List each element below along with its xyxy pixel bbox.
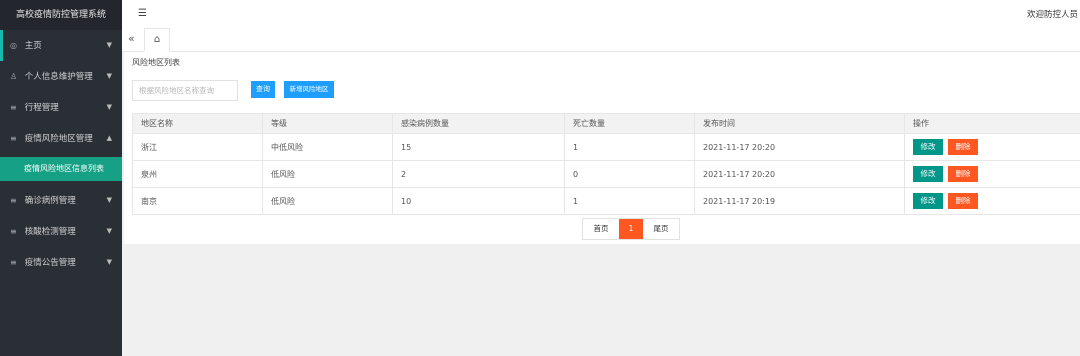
chevron-down-icon: ▼ <box>106 72 112 80</box>
app-title: 高校疫情防控管理系统 <box>0 0 122 30</box>
cell-actions: 修改 删除 <box>904 160 1080 188</box>
add-risk-area-button[interactable]: 新增风险地区 <box>284 81 334 98</box>
table-row: 浙江 中低风险 15 1 2021-11-17 20:20 修改 删除 <box>132 133 1080 161</box>
sidebar-item-label: 疫情公告管理 <box>24 258 76 268</box>
sidebar-item-label: 确诊病例管理 <box>24 196 76 206</box>
sidebar-item-confirmed-cases[interactable]: ≡ 确诊病例管理 ▼ <box>0 185 122 216</box>
pager-first-button[interactable]: 首页 <box>583 219 619 239</box>
sidebar-item-personal-info[interactable]: ♙ 个人信息维护管理 ▼ <box>0 61 122 92</box>
chevron-down-icon: ▼ <box>106 103 112 111</box>
sidebar-item-label: 疫情风险地区管理 <box>24 134 93 144</box>
menu-toggle-icon[interactable]: ☰ <box>138 8 147 19</box>
sidebar-subitem-risk-area-list[interactable]: 疫情风险地区信息列表 <box>0 157 122 181</box>
top-header: ☰ 欢迎防控人员 <box>122 0 1080 28</box>
list-icon: ≡ <box>10 227 17 236</box>
cell-actions: 修改 删除 <box>904 133 1080 161</box>
cell-name: 南京 <box>132 187 263 215</box>
list-icon: ≡ <box>10 258 17 267</box>
list-icon: ≡ <box>10 134 17 143</box>
user-icon: ♙ <box>10 72 18 81</box>
list-icon: ≡ <box>10 196 17 205</box>
delete-button[interactable]: 删除 <box>948 166 978 182</box>
edit-button[interactable]: 修改 <box>913 193 943 209</box>
column-header: 操作 <box>904 113 1080 134</box>
delete-button[interactable]: 删除 <box>948 193 978 209</box>
column-header: 感染病例数量 <box>392 113 565 134</box>
query-button[interactable]: 查询 <box>251 81 275 98</box>
pagination: 首页 1 尾页 <box>582 218 680 240</box>
cell-level: 中低风险 <box>262 133 393 161</box>
delete-button[interactable]: 删除 <box>948 139 978 155</box>
cell-name: 浙江 <box>132 133 263 161</box>
chevron-down-icon: ▼ <box>106 258 112 266</box>
cell-actions: 修改 删除 <box>904 187 1080 215</box>
double-chevron-left-icon[interactable]: « <box>128 32 135 45</box>
welcome-text: 欢迎防控人员 <box>1026 10 1078 20</box>
table-header-row: 地区名称 等级 感染病例数量 死亡数量 发布时间 操作 <box>132 113 1080 134</box>
sidebar-item-label: 核酸检测管理 <box>24 227 76 237</box>
chevron-up-icon: ▲ <box>106 134 112 142</box>
edit-button[interactable]: 修改 <box>913 139 943 155</box>
table-row: 南京 低风险 10 1 2021-11-17 20:19 修改 删除 <box>132 187 1080 215</box>
sidebar-item-nucleic-tests[interactable]: ≡ 核酸检测管理 ▼ <box>0 216 122 247</box>
cell-time: 2021-11-17 20:20 <box>694 133 905 161</box>
pager-last-button[interactable]: 尾页 <box>643 219 679 239</box>
list-icon: ≡ <box>10 103 17 112</box>
cell-time: 2021-11-17 20:20 <box>694 160 905 188</box>
main-panel: 风险地区列表 查询 新增风险地区 地区名称 等级 感染病例数量 死亡数量 发布时… <box>124 52 1080 244</box>
sidebar-item-itinerary[interactable]: ≡ 行程管理 ▼ <box>0 92 122 123</box>
tab-home[interactable]: ⌂ <box>144 28 170 52</box>
risk-area-table: 地区名称 等级 感染病例数量 死亡数量 发布时间 操作 浙江 中低风险 15 1… <box>132 113 1080 215</box>
home-icon: ⌂ <box>153 34 161 45</box>
sidebar: 高校疫情防控管理系统 ◎ 主页 ▼ ♙ 个人信息维护管理 ▼ ≡ 行程管理 ▼ … <box>0 0 122 356</box>
cell-level: 低风险 <box>262 160 393 188</box>
cell-level: 低风险 <box>262 187 393 215</box>
chevron-down-icon: ▼ <box>106 227 112 235</box>
column-header: 等级 <box>262 113 393 134</box>
sidebar-item-home[interactable]: ◎ 主页 ▼ <box>0 30 122 61</box>
cell-time: 2021-11-17 20:19 <box>694 187 905 215</box>
sidebar-item-announcements[interactable]: ≡ 疫情公告管理 ▼ <box>0 247 122 278</box>
cell-infected: 2 <box>392 160 565 188</box>
sidebar-item-risk-areas[interactable]: ≡ 疫情风险地区管理 ▲ <box>0 123 122 154</box>
table-row: 泉州 低风险 2 0 2021-11-17 20:20 修改 删除 <box>132 160 1080 188</box>
cell-deaths: 1 <box>564 187 695 215</box>
chevron-down-icon: ▼ <box>106 41 112 49</box>
sidebar-item-label: 主页 <box>24 41 42 51</box>
column-header: 死亡数量 <box>564 113 695 134</box>
cell-deaths: 1 <box>564 133 695 161</box>
search-input[interactable] <box>132 80 238 101</box>
edit-button[interactable]: 修改 <box>913 166 943 182</box>
column-header: 地区名称 <box>132 113 263 134</box>
tab-bar: « ⌂ <box>122 28 1080 52</box>
cell-infected: 10 <box>392 187 565 215</box>
page-title: 风险地区列表 <box>132 58 180 67</box>
sidebar-item-label: 个人信息维护管理 <box>24 72 93 82</box>
sidebar-item-label: 行程管理 <box>24 103 59 113</box>
cell-infected: 15 <box>392 133 565 161</box>
cell-deaths: 0 <box>564 160 695 188</box>
dashboard-icon: ◎ <box>10 41 17 50</box>
column-header: 发布时间 <box>694 113 905 134</box>
pager-current-page[interactable]: 1 <box>619 219 643 239</box>
chevron-down-icon: ▼ <box>106 196 112 204</box>
cell-name: 泉州 <box>132 160 263 188</box>
